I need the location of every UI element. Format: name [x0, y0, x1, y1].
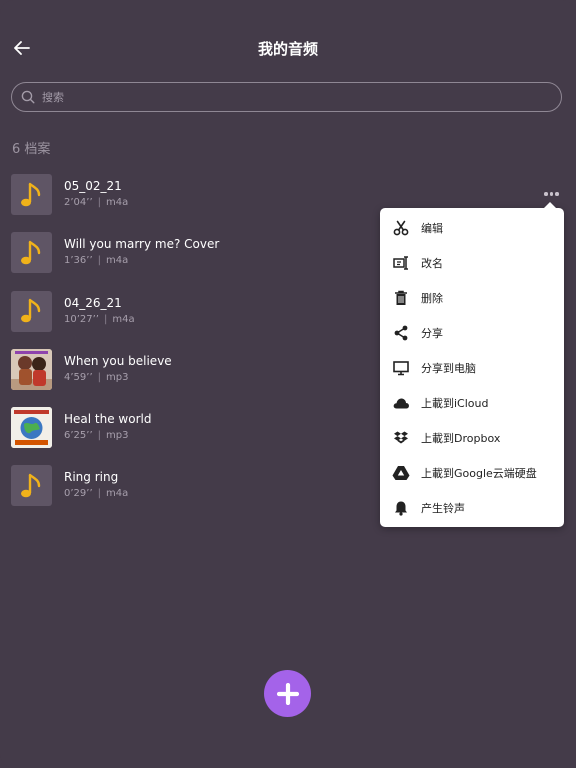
- album-art: [11, 348, 52, 390]
- menu-item-share-to-computer[interactable]: 分享到电脑: [380, 350, 564, 385]
- add-recording-button[interactable]: [264, 670, 311, 717]
- more-dot: [544, 192, 548, 196]
- file-meta: 6’25’’ | mp3: [64, 430, 128, 441]
- file-format: m4a: [106, 197, 129, 208]
- file-title: 04_26_21: [64, 295, 122, 310]
- menu-item-label: 改名: [421, 256, 443, 270]
- menu-item-rename[interactable]: 改名: [380, 245, 564, 280]
- menu-item-upload-google-drive[interactable]: 上載到Google云端硬盘: [380, 455, 564, 490]
- search-icon: [21, 90, 35, 104]
- menu-item-edit[interactable]: 编辑: [380, 210, 564, 245]
- list-item[interactable]: When you believe 4’59’’ | mp3: [11, 348, 371, 407]
- menu-item-create-ringtone[interactable]: 产生铃声: [380, 490, 564, 525]
- file-meta: 1’36’’ | m4a: [64, 255, 128, 266]
- file-meta: 10’27’’ | m4a: [64, 314, 135, 325]
- menu-caret: [544, 202, 556, 208]
- music-note-icon: [11, 465, 52, 507]
- share-icon: [391, 323, 411, 343]
- app-screen: 我的音频 6 档案 05_02_21 2’04’’ | m4a Will you m…: [0, 0, 576, 768]
- context-menu: 编辑 改名 删除 分享 分享到电脑 上載到iCloud 上載到Dropbox 上…: [380, 202, 564, 527]
- file-title: Will you marry me? Cover: [64, 237, 220, 252]
- file-duration: 10’27’’: [64, 313, 99, 325]
- separator: |: [97, 430, 101, 442]
- music-note-icon: [11, 174, 52, 215]
- search-input[interactable]: [40, 89, 524, 105]
- file-list: 05_02_21 2’04’’ | m4a Will you marry me? C…: [11, 174, 371, 524]
- album-art: [11, 407, 52, 449]
- file-duration: 6’25’’: [64, 430, 93, 442]
- menu-item-label: 上載到iCloud: [421, 396, 489, 410]
- file-format: mp3: [106, 430, 129, 442]
- cloud-icon: [391, 393, 411, 413]
- file-meta: 2’04’’ | m4a: [64, 197, 128, 208]
- file-format: mp3: [106, 371, 129, 383]
- file-title: When you believe: [64, 353, 172, 368]
- list-item[interactable]: Heal the world 6’25’’ | mp3: [11, 407, 371, 465]
- file-format: m4a: [112, 313, 135, 325]
- file-duration: 0’29’’: [64, 488, 93, 500]
- separator: |: [97, 371, 101, 383]
- separator: |: [97, 255, 101, 267]
- file-format: m4a: [106, 488, 129, 500]
- search-bar[interactable]: [11, 82, 562, 112]
- menu-item-label: 分享到电脑: [421, 361, 476, 375]
- dropbox-icon: [391, 428, 411, 448]
- menu-item-label: 分享: [421, 326, 443, 340]
- monitor-icon: [391, 358, 411, 378]
- file-duration: 4’59’’: [64, 371, 93, 383]
- file-format: m4a: [106, 255, 129, 267]
- page-title: 我的音频: [257, 40, 318, 58]
- more-dot: [555, 192, 559, 196]
- rename-icon: [391, 253, 411, 273]
- menu-item-label: 编辑: [421, 221, 443, 235]
- list-item[interactable]: 04_26_21 10’27’’ | m4a: [11, 290, 371, 349]
- menu-item-label: 删除: [421, 291, 443, 305]
- menu-item-upload-icloud[interactable]: 上載到iCloud: [380, 385, 564, 420]
- menu-item-label: 上載到Dropbox: [421, 431, 501, 445]
- file-title: 05_02_21: [64, 179, 122, 193]
- menu-item-share[interactable]: 分享: [380, 315, 564, 350]
- plus-icon: [276, 682, 299, 705]
- menu-item-delete[interactable]: 删除: [380, 280, 564, 315]
- file-count: 6 档案: [12, 142, 51, 157]
- file-meta: 4’59’’ | mp3: [64, 372, 128, 383]
- bell-icon: [391, 498, 411, 518]
- more-dot: [549, 192, 553, 196]
- file-meta: 0’29’’ | m4a: [64, 488, 128, 499]
- file-duration: 1’36’’: [64, 255, 93, 267]
- trash-icon: [391, 288, 411, 308]
- menu-item-label: 产生铃声: [421, 501, 465, 515]
- separator: |: [104, 313, 108, 325]
- menu-item-upload-dropbox[interactable]: 上載到Dropbox: [380, 420, 564, 455]
- list-item[interactable]: Will you marry me? Cover 1’36’’ | m4a: [11, 232, 371, 290]
- file-title: Ring ring: [64, 470, 119, 485]
- music-note-icon: [11, 290, 52, 332]
- google-drive-icon: [391, 463, 411, 483]
- list-item[interactable]: 05_02_21 2’04’’ | m4a: [11, 174, 371, 232]
- file-title: Heal the world: [64, 412, 152, 427]
- separator: |: [97, 197, 101, 208]
- scissors-icon: [391, 218, 411, 238]
- separator: |: [97, 488, 101, 500]
- list-item[interactable]: Ring ring 0’29’’ | m4a: [11, 465, 371, 523]
- music-note-icon: [11, 232, 52, 274]
- menu-item-label: 上載到Google云端硬盘: [421, 466, 537, 480]
- file-duration: 2’04’’: [64, 197, 93, 208]
- more-options-button[interactable]: [544, 189, 560, 199]
